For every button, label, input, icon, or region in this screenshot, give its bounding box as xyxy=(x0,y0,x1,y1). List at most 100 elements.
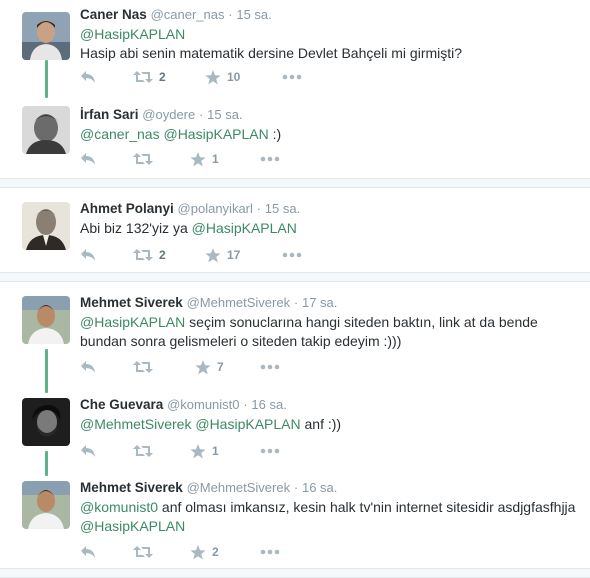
tweet-header: Caner Nas @caner_nas · 15 sa. xyxy=(80,6,272,24)
like-count: 10 xyxy=(227,70,241,84)
tweet-text: @caner_nas @HasipKAPLAN :) xyxy=(80,125,585,144)
reply-button[interactable] xyxy=(80,542,96,562)
author-handle[interactable]: @MehmetSiverek xyxy=(187,295,291,310)
separator-dot: · xyxy=(293,480,299,495)
more-button[interactable] xyxy=(282,67,302,87)
mention-link[interactable]: @HasipKAPLAN xyxy=(80,518,185,534)
tweet-timestamp[interactable]: 15 sa. xyxy=(265,201,300,216)
mention-link[interactable]: @caner_nas xyxy=(80,126,160,142)
avatar[interactable] xyxy=(22,106,70,154)
tweet-actions: 2 10 xyxy=(80,67,340,87)
author-handle[interactable]: @polanyikarl xyxy=(178,201,253,216)
reply-button[interactable] xyxy=(80,245,96,265)
more-button[interactable] xyxy=(260,149,280,169)
retweet-button[interactable] xyxy=(133,357,159,377)
like-count: 17 xyxy=(227,248,241,262)
mention-link[interactable]: @HasipKAPLAN xyxy=(80,26,185,42)
author-handle[interactable]: @MehmetSiverek xyxy=(187,480,291,495)
tweet-timestamp[interactable]: 16 sa. xyxy=(302,480,337,495)
avatar[interactable] xyxy=(22,202,70,250)
reply-icon xyxy=(81,249,95,261)
mention-link[interactable]: @HasipKAPLAN xyxy=(195,416,300,432)
tweet-timestamp[interactable]: 15 sa. xyxy=(236,7,271,22)
author-name[interactable]: Che Guevara xyxy=(80,397,163,412)
like-button[interactable]: 7 xyxy=(195,357,224,377)
reply-icon xyxy=(81,71,95,83)
thread-connector xyxy=(45,451,48,476)
tweet-timestamp[interactable]: 17 sa. xyxy=(302,295,337,310)
tweet-header: Mehmet Siverek @MehmetSiverek · 16 sa. xyxy=(80,479,337,497)
tweet-actions: 2 17 xyxy=(80,245,340,265)
author-handle[interactable]: @komunist0 xyxy=(167,397,239,412)
reply-icon xyxy=(81,546,95,558)
mention-link[interactable]: @HasipKAPLAN xyxy=(192,220,297,236)
reply-button[interactable] xyxy=(80,441,96,461)
author-handle[interactable]: @oydere xyxy=(142,107,195,122)
mention-link[interactable]: @komunist0 xyxy=(80,499,158,515)
separator-dot: · xyxy=(256,201,261,216)
author-name[interactable]: Mehmet Siverek xyxy=(80,295,183,310)
like-star-icon xyxy=(205,69,221,84)
like-button[interactable]: 10 xyxy=(205,67,240,87)
tweet-text: Abi biz 132'yiz ya @HasipKAPLAN xyxy=(80,219,585,238)
retweet-count: 2 xyxy=(159,70,166,84)
tweet-text-segment: Abi biz 132'yiz ya xyxy=(80,220,192,236)
retweet-button[interactable]: 2 xyxy=(133,245,166,265)
retweet-button[interactable]: 2 xyxy=(133,67,166,87)
avatar[interactable] xyxy=(22,481,70,529)
tweet-text-segment: anf :)) xyxy=(300,416,342,432)
author-name[interactable]: Caner Nas xyxy=(80,7,147,22)
tweet-header: Mehmet Siverek @MehmetSiverek · 17 sa. xyxy=(80,294,337,312)
author-name[interactable]: Mehmet Siverek xyxy=(80,480,183,495)
tweet-timestamp[interactable]: 16 sa. xyxy=(251,397,286,412)
more-button[interactable] xyxy=(282,245,302,265)
reply-button[interactable] xyxy=(80,149,96,169)
avatar[interactable] xyxy=(22,12,70,60)
like-button[interactable]: 1 xyxy=(190,441,219,461)
tweet-text: @HasipKAPLAN seçim sonuclarına hangi sit… xyxy=(80,313,585,351)
more-button[interactable] xyxy=(260,357,280,377)
retweet-button[interactable] xyxy=(133,542,159,562)
reply-button[interactable] xyxy=(80,67,96,87)
conversation-separator xyxy=(0,568,590,578)
retweet-icon xyxy=(133,445,153,457)
retweet-button[interactable] xyxy=(133,441,159,461)
retweet-icon xyxy=(133,546,153,558)
retweet-icon xyxy=(133,361,153,373)
more-button[interactable] xyxy=(260,542,280,562)
separator-dot: · xyxy=(228,7,233,22)
tweet-text-segment: :) xyxy=(268,126,282,142)
tweet-actions: 2 xyxy=(80,542,340,562)
tweet-text: @komunist0 anf olması imkansız, kesin ha… xyxy=(80,498,585,536)
avatar[interactable] xyxy=(22,296,70,344)
author-name[interactable]: İrfan Sari xyxy=(80,107,139,122)
tweet-header: Ahmet Polanyi @polanyikarl · 15 sa. xyxy=(80,200,300,218)
tweet-header: Che Guevara @komunist0 · 16 sa. xyxy=(80,396,287,414)
tweet-actions: 1 xyxy=(80,441,340,461)
like-button[interactable]: 17 xyxy=(205,245,240,265)
like-button[interactable]: 2 xyxy=(190,542,219,562)
tweet-actions: 7 xyxy=(80,357,340,377)
separator-dot: · xyxy=(293,295,299,310)
like-star-icon xyxy=(190,443,206,458)
tweet-timestamp[interactable]: 15 sa. xyxy=(207,107,242,122)
thread-connector xyxy=(45,349,48,393)
like-button[interactable]: 1 xyxy=(190,149,219,169)
reply-button[interactable] xyxy=(80,357,96,377)
more-button[interactable] xyxy=(260,441,280,461)
mention-link[interactable]: @HasipKAPLAN xyxy=(163,126,268,142)
like-count: 1 xyxy=(212,152,219,166)
author-handle[interactable]: @caner_nas xyxy=(151,7,225,22)
author-name[interactable]: Ahmet Polanyi xyxy=(80,201,174,216)
thread-connector xyxy=(45,60,48,98)
more-dots-icon xyxy=(282,252,302,258)
mention-link[interactable]: @MehmetSiverek xyxy=(80,416,191,432)
tweet-actions: 1 xyxy=(80,149,340,169)
conversation-separator xyxy=(0,272,590,282)
mention-link[interactable]: @HasipKAPLAN xyxy=(80,314,185,330)
retweet-button[interactable] xyxy=(133,149,159,169)
tweet-header: İrfan Sari @oydere · 15 sa. xyxy=(80,106,243,124)
avatar[interactable] xyxy=(22,398,70,446)
retweet-icon xyxy=(133,249,153,261)
tweet-text: @HasipKAPLAN Hasip abi senin matematik de… xyxy=(80,25,585,63)
